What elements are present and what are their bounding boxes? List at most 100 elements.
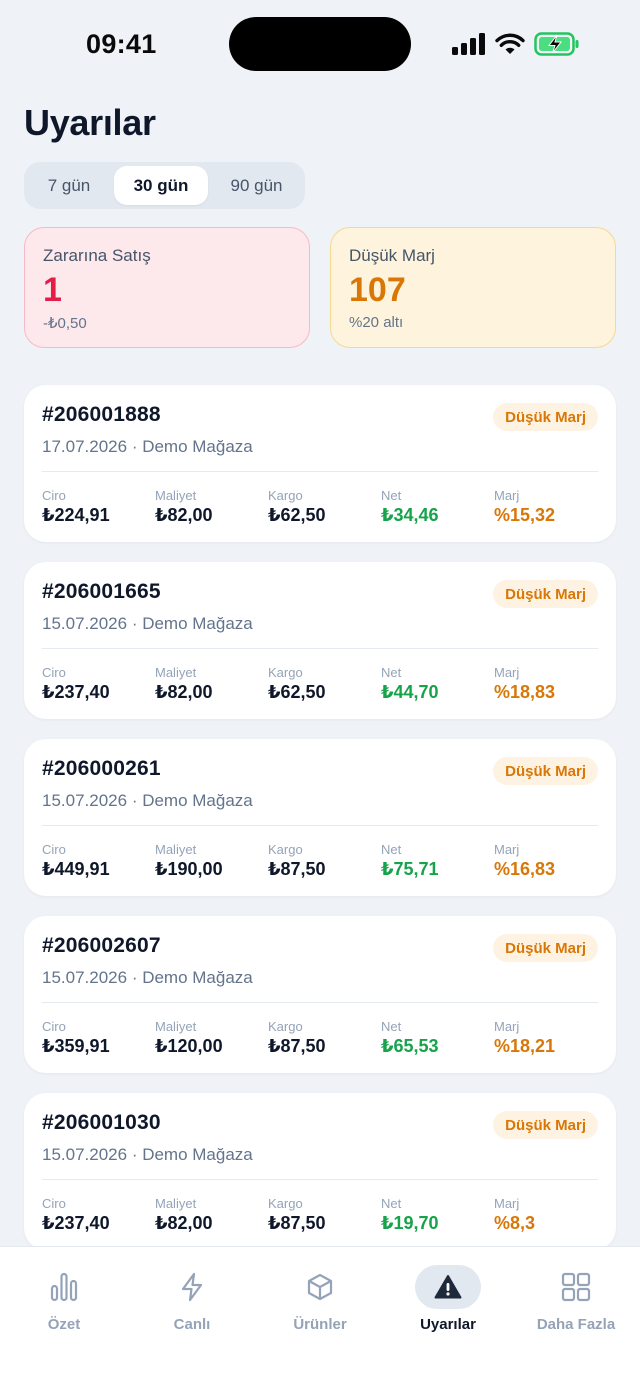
order-metrics: Ciro ₺224,91 Maliyet ₺82,00 Kargo ₺62,50 Ne… <box>42 488 607 526</box>
page-title: Uyarılar <box>24 102 156 143</box>
metric-value: ₺62,50 <box>268 682 326 702</box>
metric-label: Maliyet <box>155 665 197 680</box>
metric-label: Maliyet <box>155 842 197 857</box>
metric-label: Maliyet <box>155 1196 197 1211</box>
order-metrics: Ciro ₺237,40 Maliyet ₺82,00 Kargo ₺87,50 Ne… <box>42 1196 607 1234</box>
metric-shipping: Kargo ₺87,50 <box>268 1019 381 1057</box>
metric-label: Ciro <box>42 1019 66 1034</box>
period-7-days-tab[interactable]: 7 gün <box>28 166 110 205</box>
metric-label: Kargo <box>268 665 303 680</box>
metric-value: ₺449,91 <box>42 859 110 879</box>
metric-value: ₺87,50 <box>268 1036 326 1056</box>
order-meta: 17.07.2026 · Demo Mağaza <box>42 437 253 456</box>
metric-value: ₺359,91 <box>42 1036 110 1056</box>
metric-margin: Marj %15,32 <box>494 488 607 526</box>
order-card[interactable]: #206001030 15.07.2026 · Demo Mağaza Düşü… <box>24 1093 616 1250</box>
metric-value: ₺190,00 <box>155 859 223 879</box>
metric-label: Maliyet <box>155 1019 197 1034</box>
card-divider <box>42 648 598 649</box>
card-divider <box>42 471 598 472</box>
loss-sales-count: 1 <box>43 271 62 309</box>
metric-margin: Marj %18,83 <box>494 665 607 703</box>
metric-net: Net ₺65,53 <box>381 1019 494 1057</box>
metric-cost: Maliyet ₺120,00 <box>155 1019 268 1057</box>
metric-value: ₺44,70 <box>381 682 439 702</box>
order-date: 15.07.2026 <box>42 968 128 987</box>
metric-value: ₺224,91 <box>42 505 110 525</box>
period-filter: 7 gün 30 gün 90 gün <box>24 162 305 209</box>
metric-label: Marj <box>494 1019 520 1034</box>
metric-value: %15,32 <box>494 505 556 525</box>
order-store: Demo Mağaza <box>142 437 253 456</box>
order-card[interactable]: #206000261 15.07.2026 · Demo Mağaza Düşü… <box>24 739 616 896</box>
metric-value: %18,21 <box>494 1036 556 1056</box>
tab-summary[interactable]: Özet <box>0 1265 128 1333</box>
order-card[interactable]: #206002607 15.07.2026 · Demo Mağaza Düşü… <box>24 916 616 1073</box>
metric-cost: Maliyet ₺82,00 <box>155 1196 268 1234</box>
metric-shipping: Kargo ₺87,50 <box>268 842 381 880</box>
metric-margin: Marj %16,83 <box>494 842 607 880</box>
loss-sales-card[interactable]: Zararına Satış 1 -₺0,50 <box>24 227 310 348</box>
card-divider <box>42 825 598 826</box>
low-margin-badge: Düşük Marj <box>493 403 598 431</box>
tab-alerts[interactable]: Uyarılar <box>384 1265 512 1333</box>
metric-label: Net <box>381 1196 402 1211</box>
order-store: Demo Mağaza <box>142 614 253 633</box>
metric-value: ₺82,00 <box>155 1213 213 1233</box>
metric-value: ₺87,50 <box>268 859 326 879</box>
metric-value: %16,83 <box>494 859 556 879</box>
metric-shipping: Kargo ₺62,50 <box>268 488 381 526</box>
tab-label: Canlı <box>173 1316 211 1333</box>
metric-label: Ciro <box>42 1196 66 1211</box>
metric-net: Net ₺19,70 <box>381 1196 494 1234</box>
status-time: 09:41 <box>86 29 157 59</box>
metric-label: Ciro <box>42 842 66 857</box>
metric-value: ₺120,00 <box>155 1036 223 1056</box>
order-store: Demo Mağaza <box>142 1145 253 1164</box>
metric-value: ₺75,71 <box>381 859 439 879</box>
order-meta: 15.07.2026 · Demo Mağaza <box>42 614 253 633</box>
tab-products[interactable]: Ürünler <box>256 1265 384 1333</box>
order-metrics: Ciro ₺449,91 Maliyet ₺190,00 Kargo ₺87,50 N… <box>42 842 607 880</box>
metric-revenue: Ciro ₺237,40 <box>42 665 155 703</box>
metric-label: Kargo <box>268 488 303 503</box>
metric-label: Net <box>381 488 402 503</box>
tab-label: Daha Fazla <box>536 1316 616 1333</box>
order-card[interactable]: #206001665 15.07.2026 · Demo Mağaza Düşü… <box>24 562 616 719</box>
metric-label: Kargo <box>268 1196 303 1211</box>
loss-sales-amount: -₺0,50 <box>43 315 87 332</box>
order-meta: 15.07.2026 · Demo Mağaza <box>42 1145 253 1164</box>
low-margin-threshold: %20 altı <box>349 314 404 331</box>
tab-more[interactable]: Daha Fazla <box>512 1265 640 1333</box>
metric-revenue: Ciro ₺449,91 <box>42 842 155 880</box>
order-store: Demo Mağaza <box>142 968 253 987</box>
loss-sales-label: Zararına Satış <box>43 246 151 265</box>
metric-label: Net <box>381 1019 402 1034</box>
alert-order-list: #206001888 17.07.2026 · Demo Mağaza Düşü… <box>24 385 616 1270</box>
metric-label: Kargo <box>268 1019 303 1034</box>
low-margin-badge: Düşük Marj <box>493 580 598 608</box>
tab-label: Uyarılar <box>420 1316 476 1333</box>
low-margin-badge: Düşük Marj <box>493 757 598 785</box>
metric-label: Marj <box>494 665 520 680</box>
cellular-signal-icon <box>452 33 485 55</box>
metric-value: %8,3 <box>494 1213 536 1233</box>
order-card[interactable]: #206001888 17.07.2026 · Demo Mağaza Düşü… <box>24 385 616 542</box>
status-icons <box>452 31 580 57</box>
period-90-days-tab[interactable]: 90 gün <box>212 166 301 205</box>
metric-cost: Maliyet ₺82,00 <box>155 488 268 526</box>
metric-net: Net ₺34,46 <box>381 488 494 526</box>
metric-value: ₺19,70 <box>381 1213 439 1233</box>
metric-net: Net ₺44,70 <box>381 665 494 703</box>
low-margin-count: 107 <box>349 271 406 309</box>
order-meta: 15.07.2026 · Demo Mağaza <box>42 791 253 810</box>
low-margin-badge: Düşük Marj <box>493 1111 598 1139</box>
order-date: 15.07.2026 <box>42 614 128 633</box>
low-margin-badge: Düşük Marj <box>493 934 598 962</box>
period-30-days-tab[interactable]: 30 gün <box>114 166 208 205</box>
metric-label: Ciro <box>42 488 66 503</box>
box-icon <box>307 1273 333 1301</box>
tab-live[interactable]: Canlı <box>128 1265 256 1333</box>
low-margin-card[interactable]: Düşük Marj 107 %20 altı <box>330 227 616 348</box>
metric-label: Net <box>381 842 402 857</box>
